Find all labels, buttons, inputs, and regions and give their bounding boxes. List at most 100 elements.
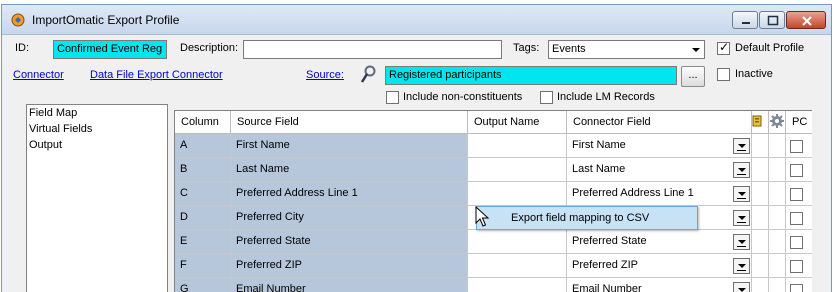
field-map-grid: Column Source Field Output Name Connecto… (174, 110, 812, 292)
data-file-connector-link[interactable]: Data File Export Connector (90, 69, 223, 81)
cell-output-name[interactable] (468, 182, 567, 206)
cell-source-field[interactable]: Email Number (231, 278, 468, 292)
cell-column[interactable]: A (175, 134, 231, 158)
cell-output-name[interactable] (468, 158, 567, 182)
cell-output-name[interactable] (468, 254, 567, 278)
cell-blank (752, 182, 769, 206)
cell-output-name[interactable] (468, 278, 567, 292)
cell-column[interactable]: B (175, 158, 231, 182)
include-nonconstituents-label: Include non-constituents (403, 91, 523, 103)
pc-checkbox[interactable] (790, 284, 803, 292)
close-button[interactable] (786, 11, 826, 29)
header-connector-field[interactable]: Connector Field (567, 111, 752, 134)
list-item-output[interactable]: Output (27, 137, 167, 153)
pc-checkbox[interactable] (790, 212, 803, 225)
chevron-down-icon[interactable] (733, 234, 750, 250)
cell-blank (752, 158, 769, 182)
cell-connector-field[interactable]: Last Name (567, 158, 752, 182)
table-row[interactable]: C Preferred Address Line 1 Preferred Add… (175, 182, 812, 206)
cell-blank (769, 278, 786, 292)
header-output-name[interactable]: Output Name (468, 111, 567, 134)
tags-label: Tags: (513, 42, 540, 54)
pc-checkbox[interactable] (790, 188, 803, 201)
chevron-down-icon[interactable] (733, 282, 750, 292)
chevron-down-icon[interactable] (733, 258, 750, 274)
include-lm-checkbox[interactable] (540, 91, 553, 104)
table-row[interactable]: B Last Name Last Name (175, 158, 812, 182)
table-row[interactable]: G Email Number Email Number (175, 278, 812, 292)
id-label: ID: (15, 42, 30, 54)
header-source-field[interactable]: Source Field (231, 111, 468, 134)
pc-checkbox[interactable] (790, 140, 803, 153)
chevron-down-icon[interactable] (733, 210, 750, 226)
chevron-down-icon[interactable] (733, 186, 750, 202)
maximize-button[interactable] (759, 11, 785, 29)
table-row[interactable]: F Preferred ZIP Preferred ZIP (175, 254, 812, 278)
table-row[interactable]: E Preferred State Preferred State (175, 230, 812, 254)
cell-connector-field[interactable]: Email Number (567, 278, 752, 292)
cell-blank (769, 158, 786, 182)
cell-source-field[interactable]: Preferred Address Line 1 (231, 182, 468, 206)
cell-blank (769, 182, 786, 206)
id-field[interactable]: Confirmed Event Reg (53, 40, 167, 59)
menu-item-export-csv[interactable]: Export field mapping to CSV (511, 212, 649, 224)
title-bar[interactable]: ImportOmatic Export Profile (2, 5, 831, 35)
cell-source-field[interactable]: Last Name (231, 158, 468, 182)
cell-column[interactable]: G (175, 278, 231, 292)
cell-connector-field[interactable]: Preferred State (567, 230, 752, 254)
search-icon[interactable] (359, 64, 377, 86)
table-icon (752, 115, 762, 127)
default-profile-checkbox[interactable] (717, 40, 730, 55)
header-pc[interactable]: PC (786, 111, 812, 134)
header-icon-cell[interactable] (752, 111, 769, 134)
cell-column[interactable]: C (175, 182, 231, 206)
gear-icon (770, 114, 784, 128)
cell-column[interactable]: D (175, 206, 231, 230)
window-title: ImportOmatic Export Profile (32, 13, 180, 27)
cell-blank (769, 254, 786, 278)
description-label: Description: (180, 42, 239, 54)
tags-value: Events (552, 43, 586, 55)
inactive-label: Inactive (735, 68, 773, 80)
list-item-field-map[interactable]: Field Map (27, 105, 167, 121)
cell-blank (769, 134, 786, 158)
source-link[interactable]: Source: (306, 69, 344, 81)
tags-dropdown[interactable]: Events (548, 40, 705, 59)
chevron-down-icon[interactable] (733, 138, 750, 154)
export-profile-window: ImportOmatic Export Profile ID: Confirme… (1, 4, 832, 292)
connector-link[interactable]: Connector (13, 69, 64, 81)
cell-blank (752, 134, 769, 158)
cell-column[interactable]: E (175, 230, 231, 254)
source-field[interactable]: Registered participants (385, 66, 677, 85)
default-profile-label: Default Profile (735, 42, 805, 54)
cell-connector-field[interactable]: Preferred ZIP (567, 254, 752, 278)
pc-checkbox[interactable] (790, 164, 803, 177)
header-settings-cell[interactable] (769, 111, 786, 134)
include-lm-label: Include LM Records (557, 91, 655, 103)
chevron-down-icon[interactable] (688, 42, 703, 57)
inactive-checkbox[interactable] (717, 68, 730, 81)
pc-checkbox[interactable] (790, 236, 803, 249)
list-item-virtual-fields[interactable]: Virtual Fields (27, 121, 167, 137)
cell-connector-field[interactable]: First Name (567, 134, 752, 158)
chevron-down-icon[interactable] (733, 162, 750, 178)
header-column[interactable]: Column (175, 111, 231, 134)
include-nonconstituents-checkbox[interactable] (386, 91, 399, 104)
cell-source-field[interactable]: Preferred State (231, 230, 468, 254)
pc-checkbox[interactable] (790, 260, 803, 273)
description-field[interactable] (243, 40, 502, 59)
cell-connector-field[interactable]: Preferred Address Line 1 (567, 182, 752, 206)
mouse-cursor-icon (475, 206, 490, 227)
minimize-button[interactable] (732, 11, 758, 29)
browse-button[interactable]: ... (681, 66, 705, 87)
cell-source-field[interactable]: Preferred City (231, 206, 468, 230)
section-list: Field Map Virtual Fields Output (26, 104, 168, 292)
table-row[interactable]: A First Name First Name (175, 134, 812, 158)
cell-blank (769, 230, 786, 254)
context-menu: Export field mapping to CSV (476, 206, 698, 230)
cell-output-name[interactable] (468, 230, 567, 254)
cell-column[interactable]: F (175, 254, 231, 278)
cell-source-field[interactable]: First Name (231, 134, 468, 158)
cell-source-field[interactable]: Preferred ZIP (231, 254, 468, 278)
cell-output-name[interactable] (468, 134, 567, 158)
